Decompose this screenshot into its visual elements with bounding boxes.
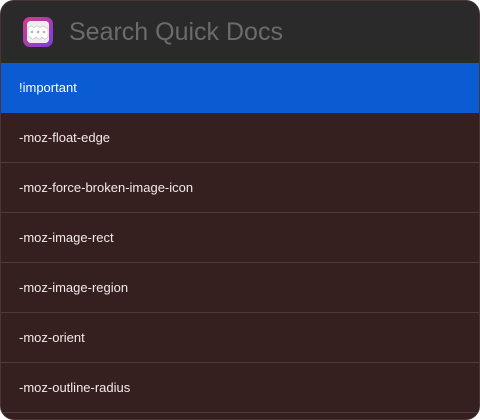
result-item[interactable]: -moz-force-broken-image-icon [1,163,479,213]
result-item-label: -moz-image-rect [19,230,114,245]
result-item-label: -moz-orient [19,330,85,345]
result-item[interactable]: -moz-image-rect [1,213,479,263]
result-item[interactable]: -moz-outline-radius [1,363,479,413]
result-item-label: -moz-outline-radius [19,380,131,395]
results-list: !important -moz-float-edge -moz-force-brok… [1,63,479,413]
result-item-label: -moz-force-broken-image-icon [19,180,194,195]
quick-docs-app-icon [23,17,53,47]
result-item[interactable]: -moz-orient [1,313,479,363]
result-item[interactable]: -moz-float-edge [1,113,479,163]
result-item[interactable]: -moz-image-region [1,263,479,313]
result-item-label: !important [19,80,77,95]
search-input[interactable] [69,12,479,52]
result-item-label: -moz-image-region [19,280,129,295]
search-bar [1,1,479,63]
result-item-label: -moz-float-edge [19,130,111,145]
quick-docs-window: !important -moz-float-edge -moz-force-brok… [0,0,480,420]
result-item-selected[interactable]: !important [1,63,479,113]
